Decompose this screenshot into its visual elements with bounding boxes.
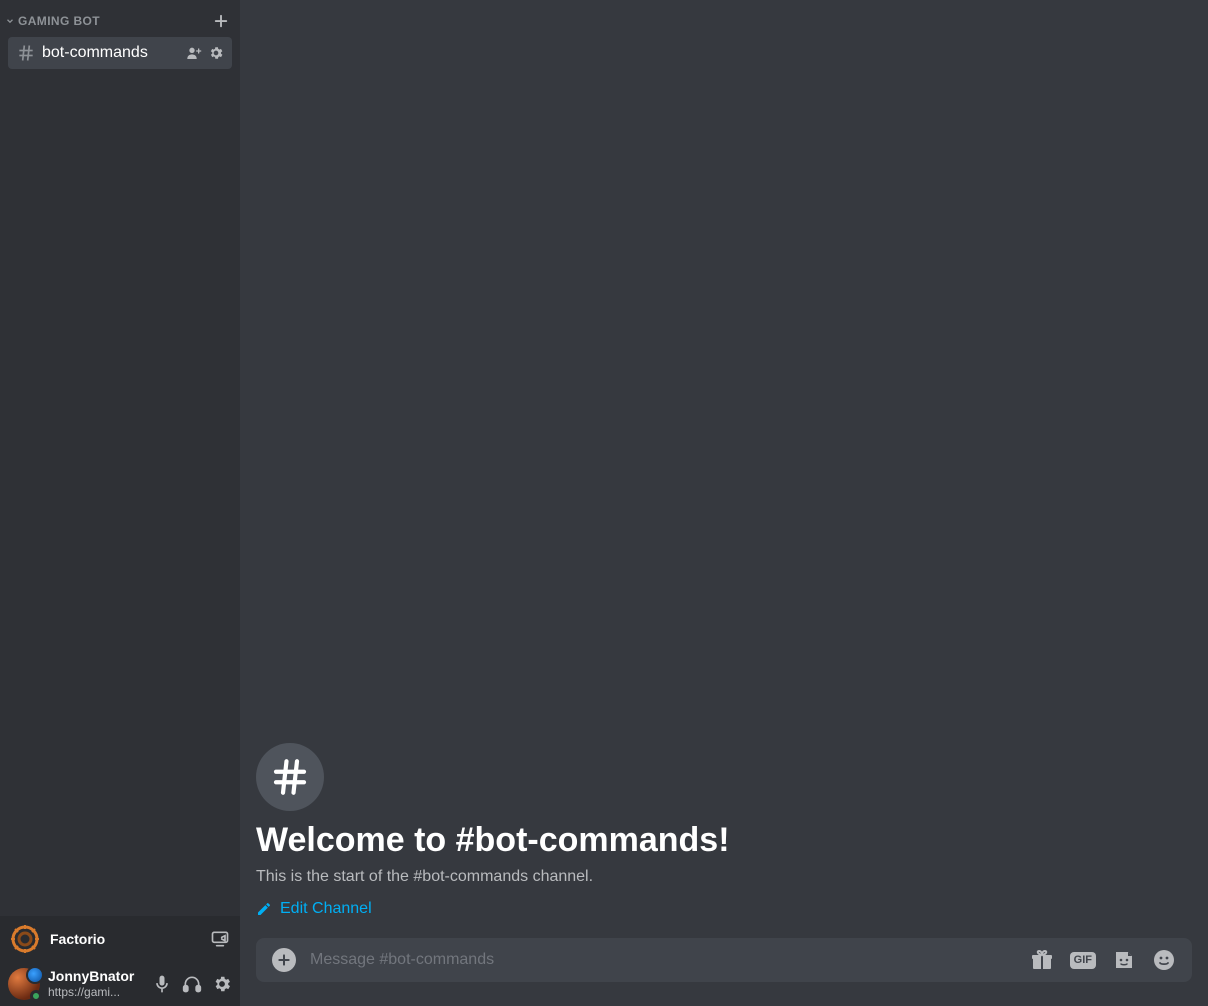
channel-sidebar: GAMING BOT bot-commands — [0, 0, 240, 1006]
mute-mic-icon[interactable] — [152, 974, 172, 994]
channel-hash-badge — [256, 743, 324, 811]
welcome-heading: Welcome to #bot-commands! — [256, 821, 1192, 860]
user-avatar[interactable] — [8, 968, 40, 1000]
message-scroll[interactable]: Welcome to #bot-commands! This is the st… — [240, 0, 1208, 938]
activity-name: Factorio — [50, 931, 200, 947]
hash-icon — [16, 43, 36, 63]
chat-area: Welcome to #bot-commands! This is the st… — [240, 0, 1208, 1006]
attach-button[interactable] — [272, 948, 296, 972]
gift-icon[interactable] — [1030, 948, 1054, 972]
pencil-icon — [256, 901, 272, 917]
invite-people-icon[interactable] — [186, 45, 202, 61]
message-composer: GIF — [256, 938, 1192, 982]
user-panel: JonnyBnator https://gami... — [0, 962, 240, 1006]
emoji-icon[interactable] — [1152, 948, 1176, 972]
gif-button[interactable]: GIF — [1070, 952, 1096, 969]
message-input[interactable] — [296, 951, 1030, 969]
username: JonnyBnator — [48, 969, 152, 984]
category-label: GAMING BOT — [18, 14, 210, 28]
user-settings-icon[interactable] — [212, 974, 232, 994]
channel-category[interactable]: GAMING BOT — [0, 0, 240, 36]
edit-channel-link[interactable]: Edit Channel — [256, 900, 1192, 918]
stream-icon[interactable] — [210, 929, 230, 949]
user-custom-status: https://gami... — [48, 985, 152, 999]
chevron-down-icon — [4, 15, 16, 27]
channel-name: bot-commands — [42, 44, 186, 62]
status-online-icon — [30, 990, 42, 1002]
user-info[interactable]: JonnyBnator https://gami... — [48, 969, 152, 998]
activity-game-icon — [10, 924, 40, 954]
activity-panel[interactable]: Factorio — [0, 916, 240, 962]
settings-icon[interactable] — [208, 45, 224, 61]
sidebar-spacer — [0, 70, 240, 916]
channel-item-bot-commands[interactable]: bot-commands — [8, 37, 232, 69]
deafen-icon[interactable] — [182, 974, 202, 994]
edit-channel-label: Edit Channel — [280, 900, 372, 918]
welcome-subtitle: This is the start of the #bot-commands c… — [256, 868, 1192, 886]
create-channel-button[interactable] — [210, 10, 232, 32]
sticker-icon[interactable] — [1112, 948, 1136, 972]
